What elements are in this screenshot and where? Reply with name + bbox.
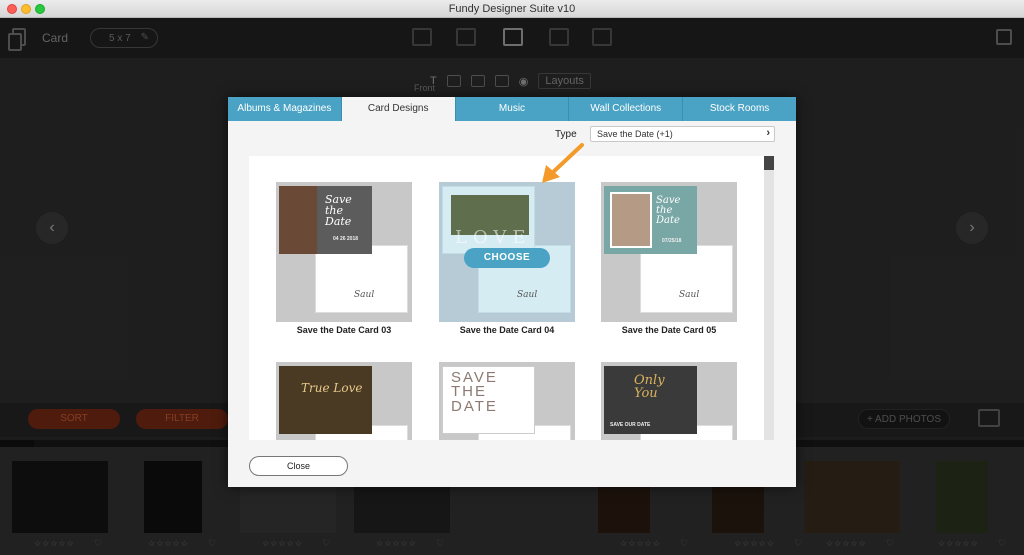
tab-wall-collections[interactable]: Wall Collections [569, 97, 684, 121]
card-back-preview: Saul [640, 245, 733, 313]
card-front-preview: Save the Date 04 26 2018 [279, 186, 372, 254]
choose-button[interactable]: CHOOSE [464, 248, 550, 268]
card-back-preview: Saul [315, 245, 408, 313]
card-date-text: 07/25/18 [662, 238, 682, 244]
card-script-text: Save the Date [325, 193, 352, 228]
design-grid-scroll-thumb[interactable] [764, 156, 774, 170]
design-tile[interactable]: Saul Save the Date 04 26 2018 Save the D… [276, 182, 412, 335]
chevron-right-icon: › [766, 127, 770, 139]
design-grid-scrollbar[interactable] [764, 156, 774, 440]
design-grid: Saul Save the Date 04 26 2018 Save the D… [249, 156, 764, 440]
tab-stock-rooms[interactable]: Stock Rooms [683, 97, 796, 121]
type-select-value: Save the Date (+1) [597, 129, 673, 139]
design-name: Save the Date Card 05 [621, 325, 717, 335]
type-select[interactable]: Save the Date (+1) › [590, 126, 775, 142]
design-name: Save the Date Card 04 [459, 325, 555, 335]
design-tile[interactable]: SAVE THE DATE [439, 362, 575, 440]
design-tile[interactable]: Saul LOVE CHOOSE Save the Date Card 04 [439, 182, 575, 335]
card-front-preview: SAVE THE DATE [442, 366, 535, 434]
card-script-text: Save the Date [656, 195, 681, 226]
window-titlebar: Fundy Designer Suite v10 [0, 0, 1024, 18]
card-overlay-text: SAVE THE DATE [451, 369, 498, 415]
window-title: Fundy Designer Suite v10 [448, 3, 576, 15]
card-script-text: True Love [301, 381, 363, 395]
designs-dialog: Albums & Magazines Card Designs Music Wa… [228, 97, 796, 487]
close-button[interactable]: Close [249, 456, 348, 476]
card-front-preview: Save the Date 07/25/18 [604, 186, 697, 254]
design-name: Save the Date Card 03 [296, 325, 392, 335]
card-front-preview: True Love [279, 366, 372, 434]
card-date-text: 04 26 2018 [333, 236, 359, 242]
card-script-text: Only You [634, 373, 665, 401]
dialog-tabs: Albums & Magazines Card Designs Music Wa… [228, 97, 796, 121]
annotation-arrow-icon [542, 143, 584, 183]
tab-card-designs[interactable]: Card Designs [341, 97, 456, 121]
card-overlay-text: LOVE [455, 227, 532, 248]
card-front-preview: Only You SAVE OUR DATE [604, 366, 697, 434]
design-tile[interactable]: Saul Save the Date 07/25/18 Save the Dat… [601, 182, 737, 335]
card-sub-text: SAVE OUR DATE [610, 422, 651, 428]
tab-albums-magazines[interactable]: Albums & Magazines [228, 97, 342, 121]
design-tile[interactable]: True Love [276, 362, 412, 440]
card-front-preview: LOVE [442, 186, 535, 254]
design-tile[interactable]: Only You SAVE OUR DATE [601, 362, 737, 440]
tab-music[interactable]: Music [455, 97, 570, 121]
type-label: Type [555, 129, 577, 140]
